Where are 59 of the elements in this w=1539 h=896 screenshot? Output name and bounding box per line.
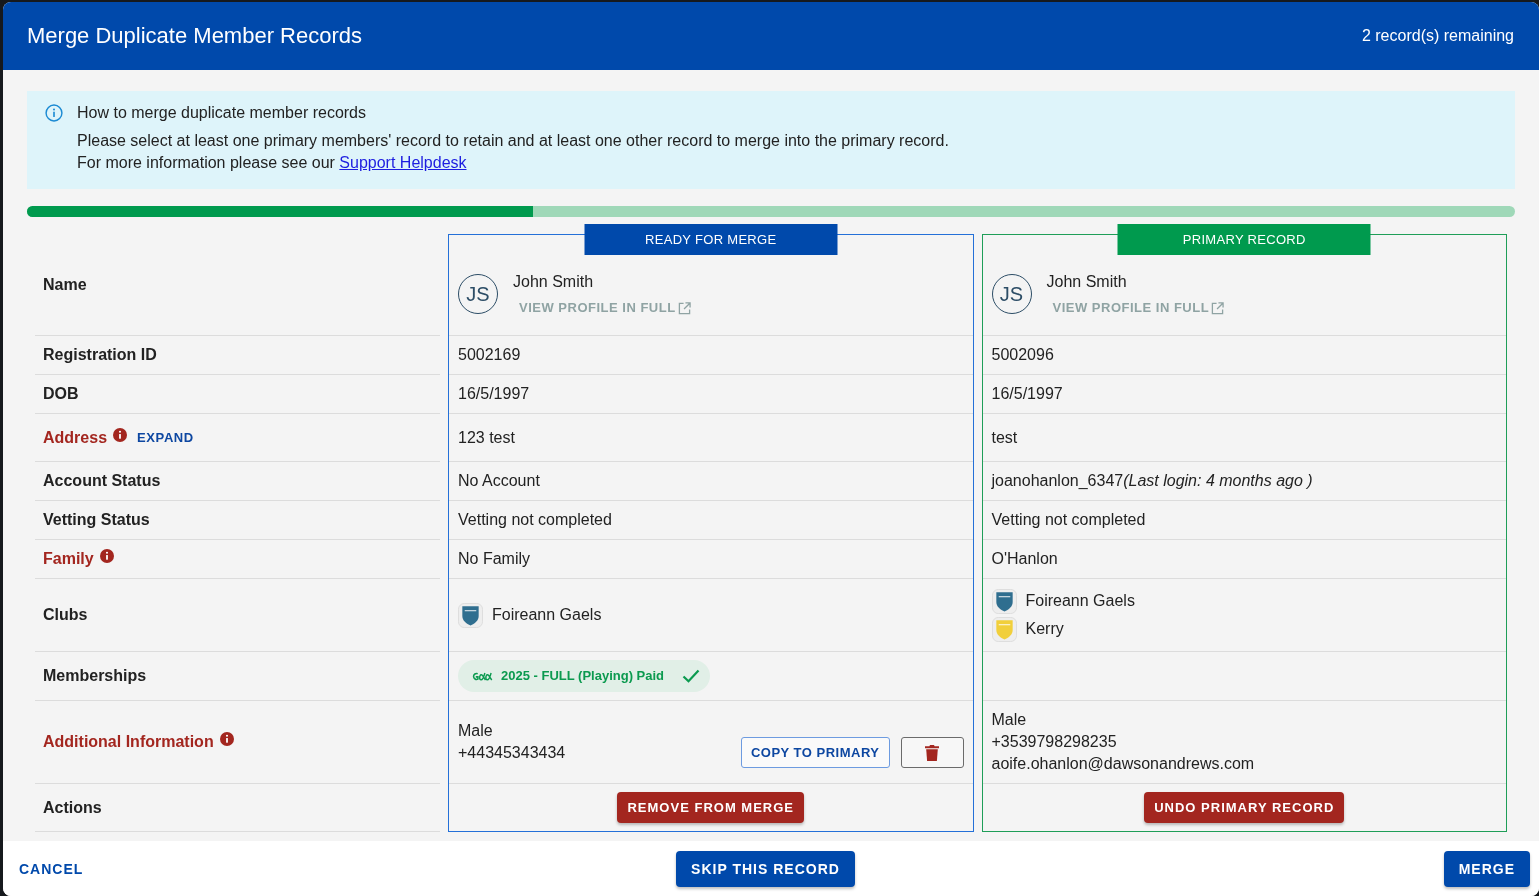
- field-label: Name: [43, 274, 87, 295]
- field-value: O'Hanlon: [991, 549, 1058, 569]
- external-link-icon: [677, 301, 691, 315]
- detail-text: aoife.ohanlon@dawsonandrews.com: [991, 754, 1255, 774]
- detail-text: +3539798298235: [991, 732, 1118, 752]
- dialog-title: Merge Duplicate Member Records: [27, 23, 363, 49]
- field-label: Clubs: [43, 605, 88, 625]
- record-action-button[interactable]: REMOVE FROM MERGE: [617, 792, 804, 823]
- field-value: 5002169: [458, 345, 521, 365]
- detail-text: Male: [458, 721, 494, 741]
- field-value: test: [991, 427, 1018, 448]
- footer-button[interactable]: MERGE: [1443, 850, 1530, 887]
- field-value: joanohanlon_6347(Last login: 4 months ago ): [991, 471, 1313, 491]
- field-value: No Account: [458, 471, 540, 491]
- field-value: Vetting not completed: [991, 510, 1146, 530]
- delete-button[interactable]: [900, 737, 964, 768]
- member-name: John Smith: [1046, 272, 1127, 292]
- check-icon: [682, 669, 701, 683]
- info-icon: [113, 427, 128, 442]
- field-label: Additional Information: [43, 732, 214, 752]
- field-value: 16/5/1997: [991, 384, 1063, 404]
- info-text: For more information please see our Support Helpdesk: [77, 153, 468, 173]
- field-label: DOB: [43, 384, 79, 404]
- field-label: Registration ID: [43, 345, 157, 365]
- field-value: 16/5/1997: [458, 384, 530, 404]
- field-label: Vetting Status: [43, 510, 150, 530]
- field-value: 5002096: [991, 345, 1054, 365]
- field-value: 123 test: [458, 427, 515, 448]
- field-label: Account Status: [43, 471, 161, 491]
- detail-text: Male: [991, 710, 1028, 730]
- field-value: Vetting not completed: [458, 510, 612, 530]
- trash-icon: [925, 744, 939, 761]
- club-name: Foireann Gaels: [492, 605, 602, 625]
- record-action-button[interactable]: UNDO PRIMARY RECORD: [1144, 792, 1345, 823]
- expand-button[interactable]: EXPAND: [129, 422, 202, 453]
- club-name: Foireann Gaels: [1025, 591, 1135, 611]
- record-status: READY FOR MERGE: [584, 224, 838, 255]
- field-label: Memberships: [43, 666, 147, 686]
- info-icon: [99, 549, 114, 563]
- emblem-icon: [471, 670, 493, 682]
- field-label: Address: [43, 427, 108, 448]
- helpdesk-link[interactable]: Support Helpdesk: [339, 154, 467, 171]
- copy-to-primary-button[interactable]: COPY TO PRIMARY: [740, 737, 890, 768]
- info-icon: [219, 732, 234, 746]
- record-status: PRIMARY RECORD: [1117, 224, 1371, 255]
- info-text: Please select at least one primary members' record to retain and at least one other record to merge into the primary record.: [77, 131, 949, 151]
- field-value: No Family: [458, 549, 530, 569]
- club-name: Kerry: [1025, 619, 1064, 639]
- membership-label: 2025 - FULL (Playing) Paid: [501, 667, 665, 685]
- info-icon: [45, 104, 63, 122]
- member-name: John Smith: [513, 272, 594, 292]
- external-link-icon: [1211, 301, 1225, 315]
- detail-text: +44345343434: [458, 743, 566, 763]
- footer-button[interactable]: SKIP THIS RECORD: [676, 850, 855, 887]
- info-title: How to merge duplicate member records: [77, 103, 367, 123]
- footer-button[interactable]: CANCEL: [11, 851, 92, 886]
- field-label: Family: [43, 549, 94, 569]
- field-label: Actions: [43, 797, 102, 818]
- remaining-count: 2 record(s) remaining: [1361, 27, 1514, 45]
